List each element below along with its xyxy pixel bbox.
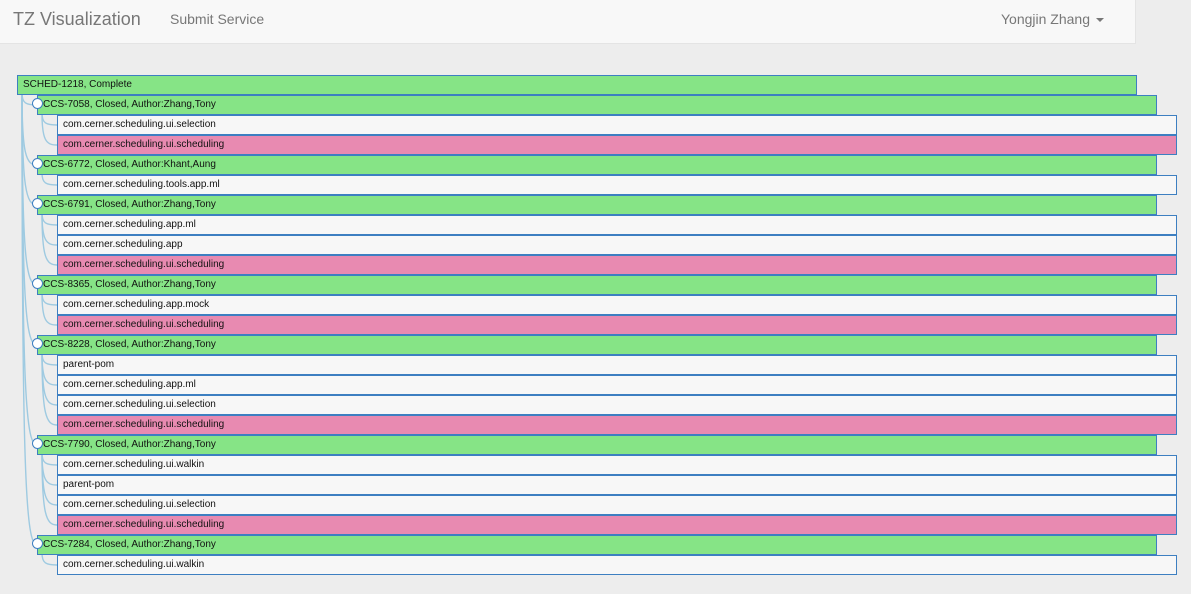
ticket-node-label: CCS-7284, Closed, Author:Zhang,Tony <box>43 539 216 550</box>
ticket-node[interactable]: CCS-8228, Closed, Author:Zhang,Tony <box>37 335 1157 355</box>
module-node-label: com.cerner.scheduling.app.ml <box>63 219 196 230</box>
root-node[interactable]: SCHED-1218, Complete <box>17 75 1137 95</box>
module-node-label: com.cerner.scheduling.ui.scheduling <box>63 519 225 530</box>
module-node-label: com.cerner.scheduling.ui.selection <box>63 119 216 130</box>
module-node[interactable]: com.cerner.scheduling.ui.scheduling <box>57 515 1177 535</box>
module-node[interactable]: com.cerner.scheduling.ui.selection <box>57 115 1177 135</box>
module-node-label: com.cerner.scheduling.ui.walkin <box>63 559 205 570</box>
module-node-label: com.cerner.scheduling.ui.scheduling <box>63 259 225 270</box>
ticket-node-label: CCS-6791, Closed, Author:Zhang,Tony <box>43 199 216 210</box>
collapse-toggle-icon[interactable] <box>32 278 43 289</box>
module-node-label: com.cerner.scheduling.tools.app.ml <box>63 179 220 190</box>
collapse-toggle-icon[interactable] <box>32 338 43 349</box>
module-node[interactable]: com.cerner.scheduling.ui.selection <box>57 395 1177 415</box>
module-node-label: com.cerner.scheduling.ui.walkin <box>63 459 205 470</box>
module-node[interactable]: com.cerner.scheduling.ui.walkin <box>57 455 1177 475</box>
module-node-label: com.cerner.scheduling.ui.scheduling <box>63 319 225 330</box>
ticket-node[interactable]: CCS-7790, Closed, Author:Zhang,Tony <box>37 435 1157 455</box>
module-node[interactable]: com.cerner.scheduling.ui.walkin <box>57 555 1177 575</box>
module-node[interactable]: com.cerner.scheduling.app.ml <box>57 375 1177 395</box>
dependency-tree: SCHED-1218, Complete CCS-7058, Closed, Au… <box>0 0 1191 594</box>
ticket-node-label: CCS-7790, Closed, Author:Zhang,Tony <box>43 439 216 450</box>
module-node[interactable]: com.cerner.scheduling.app.mock <box>57 295 1177 315</box>
root-node-label: SCHED-1218, Complete <box>23 79 132 90</box>
module-node[interactable]: com.cerner.scheduling.app <box>57 235 1177 255</box>
module-node-label: com.cerner.scheduling.ui.scheduling <box>63 419 225 430</box>
collapse-toggle-icon[interactable] <box>32 538 43 549</box>
ticket-node[interactable]: CCS-7058, Closed, Author:Zhang,Tony <box>37 95 1157 115</box>
module-node-label: com.cerner.scheduling.ui.selection <box>63 399 216 410</box>
ticket-node-label: CCS-8365, Closed, Author:Zhang,Tony <box>43 279 216 290</box>
ticket-node[interactable]: CCS-8365, Closed, Author:Zhang,Tony <box>37 275 1157 295</box>
module-node-label: parent-pom <box>63 479 115 490</box>
module-node-label: com.cerner.scheduling.ui.scheduling <box>63 139 225 150</box>
ticket-node[interactable]: CCS-7284, Closed, Author:Zhang,Tony <box>37 535 1157 555</box>
ticket-node-label: CCS-6772, Closed, Author:Khant,Aung <box>43 159 216 170</box>
module-node[interactable]: com.cerner.scheduling.tools.app.ml <box>57 175 1177 195</box>
collapse-toggle-icon[interactable] <box>32 158 43 169</box>
module-node[interactable]: com.cerner.scheduling.ui.scheduling <box>57 315 1177 335</box>
collapse-toggle-icon[interactable] <box>32 98 43 109</box>
module-node-label: com.cerner.scheduling.app.ml <box>63 379 196 390</box>
module-node[interactable]: com.cerner.scheduling.ui.scheduling <box>57 415 1177 435</box>
ticket-node[interactable]: CCS-6791, Closed, Author:Zhang,Tony <box>37 195 1157 215</box>
ticket-node-label: CCS-8228, Closed, Author:Zhang,Tony <box>43 339 216 350</box>
ticket-node[interactable]: CCS-6772, Closed, Author:Khant,Aung <box>37 155 1157 175</box>
collapse-toggle-icon[interactable] <box>32 198 43 209</box>
module-node[interactable]: parent-pom <box>57 355 1177 375</box>
module-node[interactable]: parent-pom <box>57 475 1177 495</box>
module-node[interactable]: com.cerner.scheduling.ui.selection <box>57 495 1177 515</box>
module-node[interactable]: com.cerner.scheduling.ui.scheduling <box>57 135 1177 155</box>
module-node[interactable]: com.cerner.scheduling.ui.scheduling <box>57 255 1177 275</box>
module-node-label: com.cerner.scheduling.ui.selection <box>63 499 216 510</box>
ticket-node-label: CCS-7058, Closed, Author:Zhang,Tony <box>43 99 216 110</box>
module-node[interactable]: com.cerner.scheduling.app.ml <box>57 215 1177 235</box>
module-node-label: com.cerner.scheduling.app <box>63 239 183 250</box>
collapse-toggle-icon[interactable] <box>32 438 43 449</box>
module-node-label: parent-pom <box>63 359 115 370</box>
module-node-label: com.cerner.scheduling.app.mock <box>63 299 210 310</box>
